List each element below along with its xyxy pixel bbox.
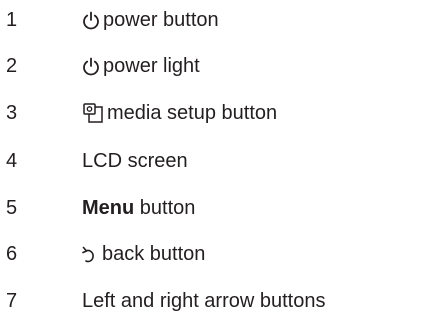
power-icon <box>82 57 100 76</box>
legend-item: 5 Menu button <box>0 188 441 228</box>
item-label: LCD screen <box>82 150 188 172</box>
item-label: power light <box>103 55 200 77</box>
item-number: 6 <box>6 243 18 265</box>
item-description: LCD screen <box>82 149 188 173</box>
legend-item: 3 media setup button <box>0 93 441 133</box>
item-number: 1 <box>6 9 18 31</box>
item-description: media setup button <box>82 101 277 125</box>
item-number: 4 <box>6 150 18 172</box>
parts-legend: 1 power button 2 power light 3 media set… <box>0 0 441 331</box>
item-label: media setup button <box>107 102 278 124</box>
item-label: back button <box>102 243 206 265</box>
item-description: back button <box>82 242 205 266</box>
item-number: 5 <box>6 197 18 219</box>
legend-item: 1 power button <box>0 0 441 40</box>
item-label: power button <box>103 9 219 31</box>
item-label-bold: Menu <box>82 197 135 219</box>
item-label: button <box>134 197 196 219</box>
item-number: 7 <box>6 290 18 312</box>
media-setup-icon <box>82 103 104 123</box>
legend-item: 7 Left and right arrow buttons <box>0 281 441 321</box>
legend-item: 6 back button <box>0 234 441 274</box>
item-number: 3 <box>6 102 18 124</box>
item-label: Left and right arrow buttons <box>82 290 326 312</box>
legend-item: 4 LCD screen <box>0 141 441 181</box>
legend-item: 2 power light <box>0 46 441 86</box>
item-description: power light <box>82 54 200 78</box>
back-arrow-icon <box>82 245 96 263</box>
power-icon <box>82 11 100 30</box>
item-number: 2 <box>6 55 18 77</box>
item-description: power button <box>82 8 219 32</box>
item-description: Left and right arrow buttons <box>82 289 325 313</box>
item-description: Menu button <box>82 196 195 220</box>
